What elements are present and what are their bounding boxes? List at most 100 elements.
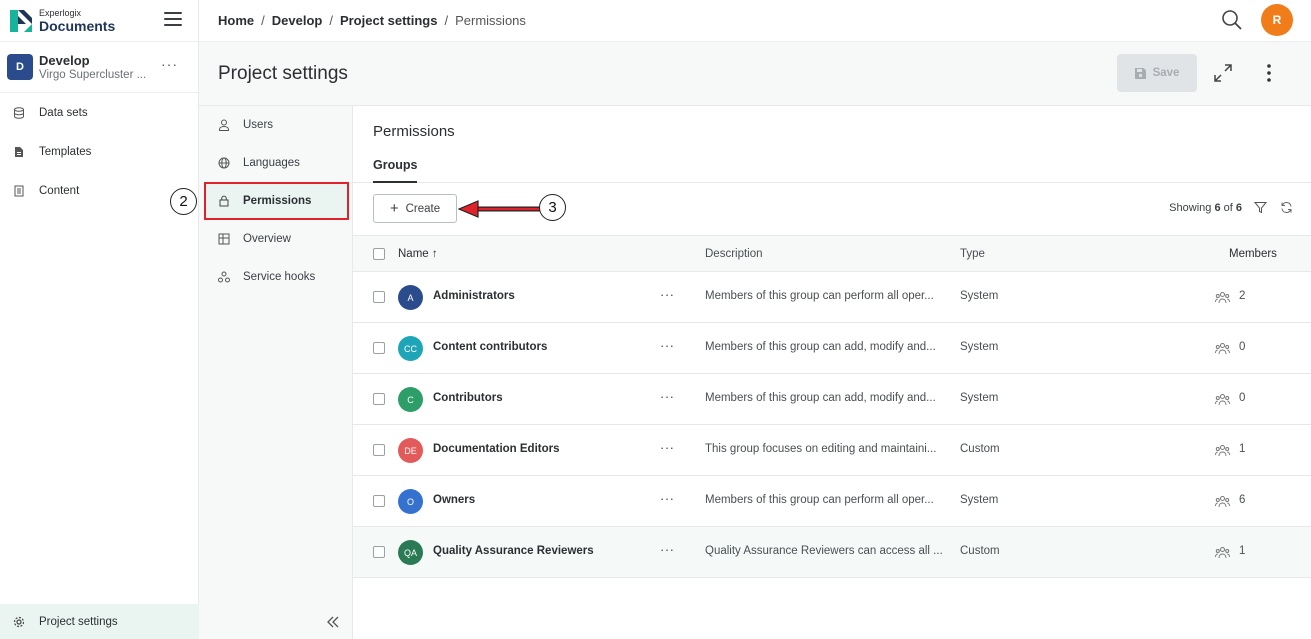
table-row[interactable]: QA Quality Assurance Reviewers ··· Quali…: [353, 527, 1311, 578]
row-more-icon[interactable]: ···: [660, 440, 675, 455]
members-icon: [1215, 547, 1230, 559]
project-more-icon[interactable]: ···: [161, 56, 178, 72]
member-count: 6: [1239, 494, 1246, 506]
column-name[interactable]: Name ↑: [398, 248, 438, 260]
overview-icon: [218, 233, 230, 245]
row-checkbox[interactable]: [373, 444, 385, 456]
group-description: Quality Assurance Reviewers can access a…: [705, 545, 943, 557]
project-switcher[interactable]: D Develop Virgo Supercluster ... ···: [0, 42, 198, 93]
template-icon: [15, 146, 23, 157]
tab-bar: Groups: [353, 158, 1311, 183]
group-type: System: [960, 494, 999, 506]
refresh-icon[interactable]: [1280, 201, 1293, 214]
breadcrumb-current: Permissions: [455, 13, 526, 28]
row-checkbox[interactable]: [373, 546, 385, 558]
menu-icon[interactable]: [164, 12, 182, 28]
settings-nav-languages[interactable]: Languages: [199, 144, 352, 182]
database-icon: [14, 106, 24, 119]
table-row[interactable]: C Contributors ··· Members of this group…: [353, 374, 1311, 425]
row-more-icon[interactable]: ···: [660, 542, 675, 557]
user-avatar[interactable]: R: [1261, 4, 1293, 36]
sidebar-item-templates[interactable]: Templates: [0, 132, 198, 171]
group-name[interactable]: Documentation Editors: [433, 443, 560, 455]
column-type: Type: [960, 248, 985, 260]
row-more-icon[interactable]: ···: [660, 491, 675, 506]
table-row[interactable]: O Owners ··· Members of this group can p…: [353, 476, 1311, 527]
showing-of: of: [1223, 202, 1233, 214]
create-group-button[interactable]: + Create: [373, 194, 457, 223]
top-bar: Home / Develop / Project settings / Permission…: [199, 0, 1311, 42]
breadcrumb-project-settings[interactable]: Project settings: [340, 13, 438, 28]
settings-nav-label: Permissions: [243, 195, 312, 207]
breadcrumb-develop[interactable]: Develop: [272, 13, 323, 28]
row-checkbox[interactable]: [373, 495, 385, 507]
settings-nav-service-hooks[interactable]: Service hooks: [199, 258, 352, 296]
save-label: Save: [1152, 67, 1180, 79]
row-more-icon[interactable]: ···: [660, 287, 675, 302]
brand: Experlogix Documents: [0, 0, 198, 42]
more-vertical-icon[interactable]: [1259, 62, 1279, 84]
members-icon: [1215, 292, 1230, 304]
settings-nav-overview[interactable]: Overview: [199, 220, 352, 258]
tab-groups[interactable]: Groups: [373, 158, 418, 183]
user-icon: [219, 119, 229, 131]
settings-nav-users[interactable]: Users: [199, 106, 352, 144]
settings-nav-label: Overview: [243, 233, 291, 245]
group-name[interactable]: Quality Assurance Reviewers: [433, 545, 594, 557]
page-header: Project settings Save: [199, 42, 1311, 106]
project-name: Develop: [39, 53, 90, 68]
globe-icon: [218, 157, 230, 169]
save-button[interactable]: Save: [1117, 54, 1197, 92]
group-type: System: [960, 392, 999, 404]
experlogix-logo-icon: [10, 9, 32, 32]
table-row[interactable]: A Administrators ··· Members of this gro…: [353, 272, 1311, 323]
save-icon: [1134, 67, 1146, 79]
gear-icon: [13, 616, 25, 627]
project-avatar: D: [7, 54, 33, 80]
members-icon: [1215, 394, 1230, 406]
filter-icon[interactable]: [1254, 201, 1267, 214]
breadcrumb-home[interactable]: Home: [218, 13, 254, 28]
sidebar-item-data-sets[interactable]: Data sets: [0, 93, 198, 132]
group-type: System: [960, 290, 999, 302]
member-count: 1: [1239, 545, 1246, 557]
lock-icon: [219, 195, 229, 207]
group-name[interactable]: Content contributors: [433, 341, 547, 353]
column-description: Description: [705, 248, 763, 260]
group-description: Members of this group can perform all op…: [705, 494, 934, 506]
row-more-icon[interactable]: ···: [660, 338, 675, 353]
settings-nav: Users Languages Permissions Overview Ser…: [199, 106, 353, 639]
group-name[interactable]: Owners: [433, 494, 475, 506]
collapse-sidebar-icon[interactable]: [326, 615, 340, 629]
permissions-panel: Permissions Groups + Create 3 Showing 6 …: [353, 106, 1311, 639]
group-name[interactable]: Contributors: [433, 392, 503, 404]
groups-table: Name ↑ Description Type Members A Admini…: [353, 235, 1311, 578]
settings-nav-label: Languages: [243, 157, 300, 169]
showing-prefix: Showing: [1169, 202, 1212, 214]
settings-nav-permissions[interactable]: Permissions: [204, 182, 349, 220]
table-header: Name ↑ Description Type Members: [353, 235, 1311, 272]
sidebar-item-content[interactable]: Content: [0, 171, 198, 210]
service-hooks-icon: [218, 271, 230, 283]
row-checkbox[interactable]: [373, 291, 385, 303]
sidebar-item-label: Data sets: [39, 106, 88, 119]
section-title: Permissions: [373, 123, 455, 140]
member-count: 1: [1239, 443, 1246, 455]
page-title: Project settings: [218, 63, 348, 84]
group-avatar: O: [398, 489, 423, 514]
row-more-icon[interactable]: ···: [660, 389, 675, 404]
group-name[interactable]: Administrators: [433, 290, 515, 302]
sidebar-item-project-settings[interactable]: Project settings: [0, 604, 199, 639]
brand-name: Documents: [39, 17, 116, 34]
group-description: This group focuses on editing and mainta…: [705, 443, 937, 455]
expand-icon[interactable]: [1213, 63, 1233, 83]
select-all-checkbox[interactable]: [373, 248, 385, 260]
row-checkbox[interactable]: [373, 342, 385, 354]
results-count: Showing 6 of 6: [1169, 202, 1242, 214]
content-icon: [14, 185, 24, 196]
row-checkbox[interactable]: [373, 393, 385, 405]
table-row[interactable]: CC Content contributors ··· Members of t…: [353, 323, 1311, 374]
showing-total: 6: [1235, 202, 1242, 214]
table-row[interactable]: DE Documentation Editors ··· This group …: [353, 425, 1311, 476]
search-icon[interactable]: [1221, 9, 1243, 31]
